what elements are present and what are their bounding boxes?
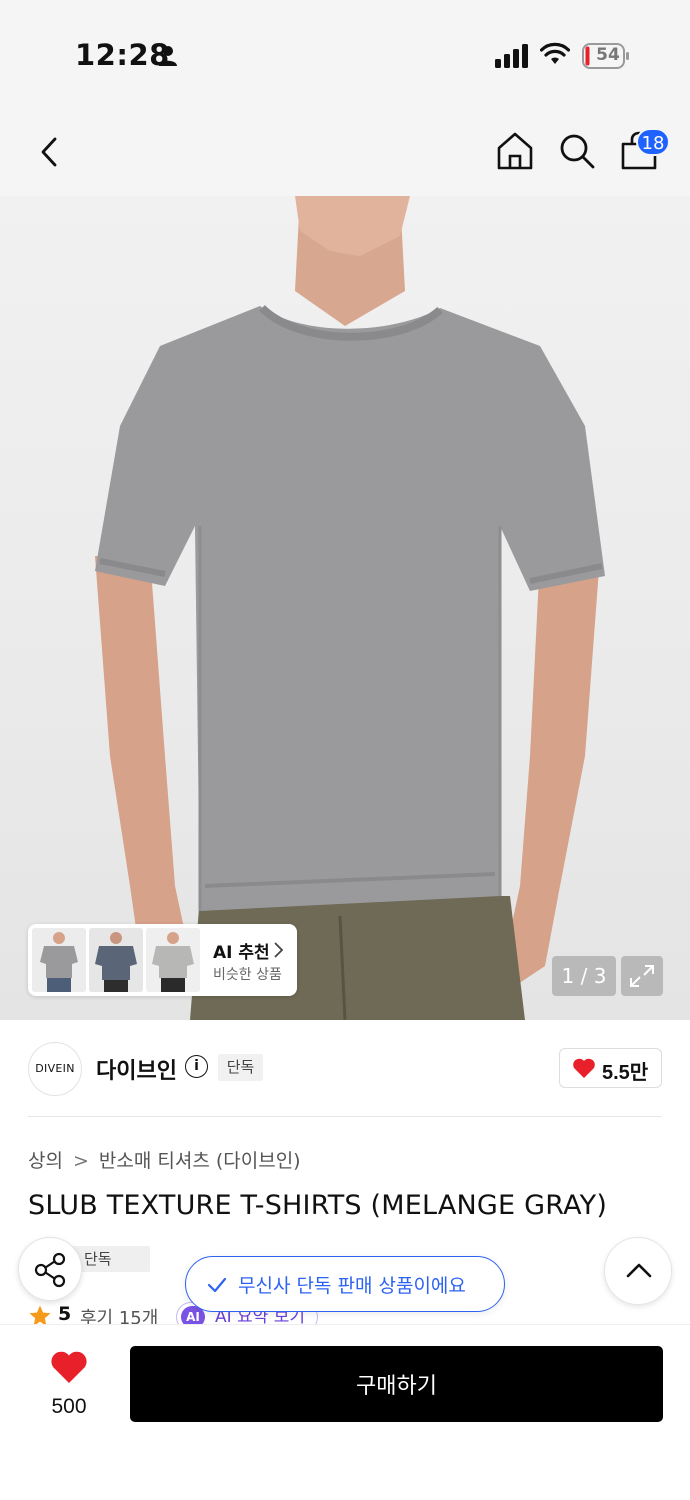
ai-recommend-card[interactable]: AI 추천 비슷한 상품 bbox=[28, 924, 297, 996]
search-button[interactable] bbox=[556, 130, 598, 172]
status-time: 12:28 bbox=[75, 38, 170, 72]
status-bar: 12:28 54 bbox=[0, 0, 690, 110]
breadcrumb-category[interactable]: 상의 bbox=[28, 1146, 63, 1173]
toast-text: 무신사 단독 판매 상품이에요 bbox=[238, 1275, 466, 1297]
ai-recommend-subtitle: 비슷한 상품 bbox=[213, 967, 282, 983]
expand-image-button[interactable] bbox=[621, 956, 663, 996]
exclusive-toast: 무신사 단독 판매 상품이에요 bbox=[185, 1256, 505, 1312]
brand-name[interactable]: 다이브인 bbox=[96, 1053, 177, 1085]
recommend-thumbnail[interactable] bbox=[146, 928, 200, 992]
wifi-icon bbox=[540, 42, 570, 64]
back-button[interactable] bbox=[30, 132, 70, 172]
breadcrumb-separator: > bbox=[72, 1150, 89, 1172]
ai-recommend-title: AI 추천 bbox=[213, 943, 270, 963]
breadcrumb-subcategory[interactable]: 반소매 티셔츠 (다이브인) bbox=[99, 1146, 301, 1173]
breadcrumb: 상의 > 반소매 티셔츠 (다이브인) bbox=[28, 1146, 301, 1173]
info-icon[interactable]: i bbox=[185, 1055, 208, 1078]
chevron-up-icon bbox=[626, 1263, 652, 1278]
chevron-left-icon bbox=[41, 137, 57, 167]
cellular-signal-icon bbox=[495, 44, 528, 68]
divider bbox=[28, 1116, 662, 1117]
wishlist-button[interactable]: 500 bbox=[30, 1345, 110, 1425]
wishlist-count: 500 bbox=[51, 1395, 87, 1418]
person-icon bbox=[159, 46, 177, 66]
expand-icon bbox=[630, 965, 654, 987]
exclusive-tag: 단독 bbox=[78, 1246, 150, 1272]
cart-count-badge: 18 bbox=[636, 128, 670, 156]
recommend-thumbnail[interactable] bbox=[32, 928, 86, 992]
nav-bar bbox=[0, 110, 690, 196]
buy-button[interactable]: 구매하기 bbox=[130, 1346, 663, 1422]
share-icon bbox=[34, 1252, 66, 1288]
bottom-purchase-bar: 500 구매하기 bbox=[0, 1324, 690, 1500]
search-icon bbox=[560, 134, 595, 169]
thumbnail-image bbox=[146, 928, 200, 992]
brand-like-count: 5.5만 bbox=[602, 1062, 649, 1084]
check-icon bbox=[207, 1277, 227, 1293]
exclusive-badge: 단독 bbox=[218, 1054, 263, 1081]
scroll-to-top-button[interactable] bbox=[604, 1237, 672, 1305]
product-photo bbox=[95, 196, 605, 1020]
heart-icon bbox=[51, 1351, 87, 1383]
heart-icon bbox=[573, 1058, 595, 1078]
brand-like-button[interactable]: 5.5만 bbox=[559, 1048, 662, 1088]
thumbnail-image bbox=[32, 928, 86, 992]
rating-score: 5 bbox=[58, 1303, 72, 1325]
share-button[interactable] bbox=[18, 1237, 82, 1301]
brand-logo[interactable]: DIVEIN bbox=[28, 1042, 82, 1096]
thumbnail-image bbox=[89, 928, 143, 992]
home-icon bbox=[497, 132, 533, 170]
home-button[interactable] bbox=[494, 130, 536, 172]
chevron-right-icon bbox=[274, 942, 284, 958]
recommend-thumbnail[interactable] bbox=[89, 928, 143, 992]
image-counter: 1 / 3 bbox=[552, 956, 616, 996]
product-title: SLUB TEXTURE T-SHIRTS (MELANGE GRAY) bbox=[28, 1190, 608, 1221]
battery-level: 54 bbox=[596, 45, 620, 65]
product-image[interactable] bbox=[0, 196, 690, 1020]
